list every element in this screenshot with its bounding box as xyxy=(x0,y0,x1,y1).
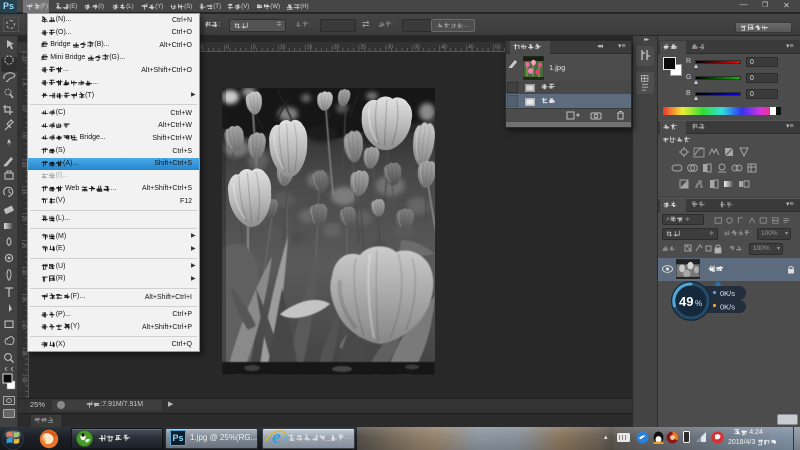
svg-text:0: 0 xyxy=(21,108,27,111)
svg-text:5: 5 xyxy=(21,135,27,138)
svg-text:45: 45 xyxy=(468,45,474,51)
svg-text:30: 30 xyxy=(21,270,27,276)
svg-text:0K/s: 0K/s xyxy=(720,303,735,312)
svg-text:10: 10 xyxy=(280,45,286,51)
svg-text:50: 50 xyxy=(495,45,501,51)
svg-text:35: 35 xyxy=(21,296,27,302)
svg-text:15: 15 xyxy=(21,189,27,195)
svg-text:30: 30 xyxy=(387,45,393,51)
svg-text:0: 0 xyxy=(226,45,229,51)
svg-text:50: 50 xyxy=(21,377,27,383)
svg-text:%: % xyxy=(695,299,702,308)
svg-text:45: 45 xyxy=(21,350,27,356)
svg-text:40: 40 xyxy=(21,323,27,329)
svg-text:40: 40 xyxy=(441,45,447,51)
svg-text:5: 5 xyxy=(253,45,256,51)
svg-text:-5: -5 xyxy=(21,81,27,86)
svg-text:20: 20 xyxy=(21,216,27,222)
svg-text:10: 10 xyxy=(21,162,27,168)
svg-text:49: 49 xyxy=(679,294,693,309)
svg-text:25: 25 xyxy=(21,243,27,249)
svg-text:20: 20 xyxy=(334,45,340,51)
svg-text:35: 35 xyxy=(414,45,420,51)
svg-text:25: 25 xyxy=(361,45,367,51)
svg-text:0K/s: 0K/s xyxy=(720,289,735,298)
svg-text:15: 15 xyxy=(307,45,313,51)
